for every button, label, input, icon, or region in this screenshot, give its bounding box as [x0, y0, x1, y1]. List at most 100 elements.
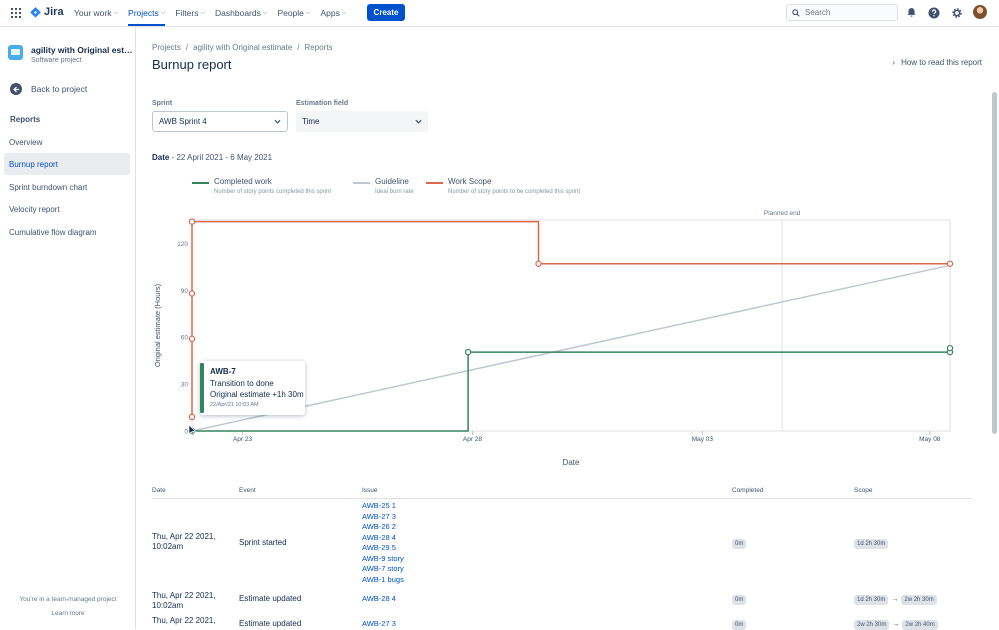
- nav-label: People: [277, 8, 304, 18]
- nav-apps[interactable]: Apps ⌵: [320, 0, 346, 26]
- sidebar-item-burnup-report[interactable]: Burnup report: [4, 153, 130, 175]
- legend-name: Completed work: [214, 177, 272, 186]
- help-icon[interactable]: [927, 6, 940, 19]
- project-header[interactable]: agility with Original estimate Software …: [8, 45, 133, 64]
- issue-link[interactable]: AWB-27 3: [362, 512, 404, 523]
- back-label: Back to project: [31, 84, 88, 94]
- learn-more-link[interactable]: Learn more: [0, 610, 136, 617]
- row-event: Sprint started: [239, 538, 287, 547]
- how-to-read-label: How to read this report: [901, 58, 982, 67]
- jira-logo[interactable]: Jira: [30, 6, 64, 18]
- arrow-right-icon: →: [891, 596, 899, 603]
- team-managed-note: You're in a team-managed project: [19, 596, 117, 603]
- row-scope: 2w 2h 30m → 2w 2h 40m: [854, 619, 938, 630]
- issue-link[interactable]: AWB-7 story: [362, 564, 404, 575]
- settings-icon[interactable]: [950, 6, 963, 19]
- project-type: Software project: [31, 57, 82, 64]
- nav-projects[interactable]: Projects ⌵: [128, 0, 166, 26]
- estimation-field-label: Estimation field: [296, 100, 349, 107]
- chart-tooltip: AWB-7 Transition to done Original estima…: [200, 361, 305, 415]
- nav-people[interactable]: People ⌵: [277, 0, 310, 26]
- legend-name: Guideline: [375, 177, 409, 186]
- tooltip-change: Original estimate +1h 30m: [210, 390, 304, 399]
- legend-description: Ideal burn rate: [375, 189, 414, 195]
- sidebar-item-velocity-report[interactable]: Velocity report: [4, 198, 130, 220]
- page-scrollbar[interactable]: [992, 92, 997, 434]
- row-date: Thu, Apr 22 2021,: [152, 616, 216, 625]
- breadcrumb-project[interactable]: agility with Original estimate: [193, 43, 292, 52]
- project-avatar-icon: [8, 45, 23, 60]
- page-title: Burnup report: [152, 57, 232, 72]
- project-name: agility with Original estimate: [31, 45, 133, 55]
- scope-lozenge: 2w 2h 30m: [901, 595, 937, 605]
- column-header-issue: Issue: [362, 487, 378, 494]
- issue-link[interactable]: AWB-25 1: [362, 501, 404, 512]
- column-header-completed: Completed: [732, 487, 764, 494]
- breadcrumb: Projects / agility with Original estimate…: [152, 43, 333, 52]
- nav-label: Filters: [175, 8, 199, 18]
- breadcrumb-separator: /: [297, 43, 300, 52]
- scope-lozenge: 1d 2h 30m: [854, 595, 889, 605]
- top-nav: Your work ⌵ Projects ⌵ Filters ⌵ Dashboards…: [74, 0, 356, 26]
- create-button[interactable]: Create: [367, 4, 405, 21]
- issue-link[interactable]: AWB-28 4: [362, 533, 404, 544]
- row-date: Thu, Apr 22 2021, 10:02am: [152, 591, 216, 610]
- arrow-left-icon: [10, 83, 22, 95]
- sidebar-item-overview[interactable]: Overview: [4, 131, 130, 153]
- legend-swatch: [426, 182, 443, 184]
- estimation-field-select[interactable]: Time: [296, 111, 428, 132]
- completed-lozenge: 0m: [732, 595, 747, 605]
- issue-link[interactable]: AWB-27 3: [362, 619, 396, 630]
- tooltip-issue-key: AWB-7: [210, 367, 236, 376]
- row-event: Estimate updated: [239, 619, 302, 628]
- app-switcher-icon[interactable]: [11, 8, 21, 18]
- jira-logo-icon: [30, 6, 41, 18]
- chevron-down-icon: ⌵: [200, 9, 206, 16]
- sidebar: agility with Original estimate Software …: [0, 27, 136, 629]
- tooltip-timestamp: 22/Apr/21 10:03 AM: [210, 402, 259, 408]
- breadcrumb-projects[interactable]: Projects: [152, 43, 181, 52]
- issue-link[interactable]: AWB-1 bugs: [362, 575, 404, 586]
- issue-link[interactable]: AWB-29 5: [362, 543, 404, 554]
- row-event: Estimate updated: [239, 594, 302, 603]
- chevron-down-icon: [274, 119, 281, 124]
- estimation-field-value: Time: [302, 117, 320, 126]
- sprint-select[interactable]: AWB Sprint 4: [152, 111, 288, 132]
- row-completed: 0m: [732, 538, 747, 549]
- legend-swatch: [353, 182, 370, 184]
- back-to-project-link[interactable]: Back to project: [10, 83, 87, 95]
- date-range-value: 22 April 2021 - 6 May 2021: [176, 153, 273, 162]
- chevron-down-icon: ⌵: [341, 9, 347, 16]
- avatar[interactable]: [973, 5, 987, 19]
- search-box[interactable]: [786, 4, 898, 21]
- sidebar-item-sprint-burndown[interactable]: Sprint burndown chart: [4, 176, 130, 198]
- nav-filters[interactable]: Filters ⌵: [175, 0, 205, 26]
- issue-link[interactable]: AWB-9 story: [362, 554, 404, 565]
- issue-link[interactable]: AWB-26 2: [362, 522, 404, 533]
- chevron-down-icon: ⌵: [262, 9, 268, 16]
- nav-label: Projects: [128, 8, 159, 18]
- chevron-down-icon: [415, 119, 422, 124]
- nav-dashboards[interactable]: Dashboards ⌵: [215, 0, 267, 26]
- search-icon: [792, 8, 800, 17]
- notifications-icon[interactable]: [905, 6, 918, 19]
- nav-your-work[interactable]: Your work ⌵: [74, 0, 118, 26]
- row-issues: AWB-28 4: [362, 594, 396, 605]
- sprint-select-value: AWB Sprint 4: [159, 117, 207, 126]
- column-header-event: Event: [239, 487, 256, 494]
- issue-link[interactable]: AWB-28 4: [362, 594, 396, 605]
- breadcrumb-reports[interactable]: Reports: [305, 43, 333, 52]
- how-to-read-link[interactable]: › How to read this report: [892, 58, 982, 67]
- chevron-down-icon: ⌵: [305, 9, 311, 16]
- nav-label: Your work: [74, 8, 112, 18]
- chevron-down-icon: ⌵: [113, 9, 119, 16]
- chevron-down-icon: ⌵: [160, 9, 166, 16]
- search-input[interactable]: [805, 8, 885, 17]
- sidebar-section-heading: Reports: [10, 115, 41, 124]
- completed-lozenge: 0m: [732, 539, 747, 549]
- sprint-label: Sprint: [152, 100, 173, 107]
- row-date: Thu, Apr 22 2021, 10:02am: [152, 532, 216, 551]
- legend-description: Number of story points completed this sp…: [214, 189, 332, 195]
- sidebar-item-cumulative-flow[interactable]: Cumulative flow diagram: [4, 221, 130, 243]
- tooltip-color-bar: [200, 363, 204, 413]
